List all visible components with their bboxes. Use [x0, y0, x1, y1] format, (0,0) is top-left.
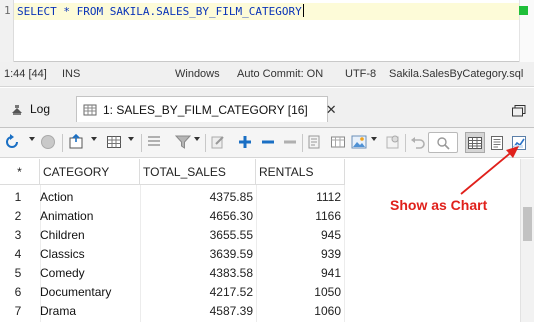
- grid-dropdown-icon[interactable]: [128, 137, 134, 141]
- result-grid[interactable]: * CATEGORY TOTAL_SALES RENTALS 1 Action …: [0, 159, 520, 322]
- column-header-total-sales[interactable]: TOTAL_SALES: [140, 159, 256, 185]
- image-dropdown-icon[interactable]: [371, 137, 377, 141]
- text-caret: [302, 4, 304, 17]
- toolbar-separator: [302, 134, 303, 152]
- add-row-icon[interactable]: [237, 134, 253, 150]
- tab-sales-by-film-category[interactable]: 1: SALES_BY_FILM_CATEGORY [16] ✕: [76, 96, 337, 122]
- row-number: 2: [14, 208, 22, 223]
- cell-rentals[interactable]: 945: [256, 225, 343, 244]
- remove-row-icon[interactable]: [282, 134, 298, 150]
- cell-total-sales[interactable]: 3655.55: [140, 225, 254, 244]
- export-dropdown-icon[interactable]: [91, 137, 97, 141]
- grid-menu-icon[interactable]: [106, 134, 122, 150]
- row-number: 6: [14, 284, 22, 299]
- table-row[interactable]: 3 Children 3655.55 945: [0, 225, 345, 244]
- cell-total-sales[interactable]: 4383.58: [140, 263, 254, 282]
- row-number: 5: [14, 265, 22, 280]
- cell-category[interactable]: Classics: [40, 244, 138, 263]
- current-line[interactable]: SELECT * FROM SAKILA.SALES_BY_FILM_CATEG…: [14, 3, 519, 20]
- tab-log[interactable]: Log: [10, 96, 72, 122]
- status-bar: 1:44 [44] INS Windows Auto Commit: ON UT…: [0, 62, 534, 87]
- cell-total-sales[interactable]: 3639.59: [140, 244, 254, 263]
- grid-view-icon[interactable]: [465, 132, 485, 153]
- scrollbar-thumb[interactable]: [523, 207, 532, 241]
- row-number: 1: [14, 189, 22, 204]
- cell-total-sales[interactable]: 4587.39: [140, 301, 254, 320]
- table-row[interactable]: 6 Documentary 4217.52 1050: [0, 282, 345, 301]
- cell-category[interactable]: Children: [40, 225, 138, 244]
- column-header-category[interactable]: CATEGORY: [40, 159, 140, 185]
- settings-icon[interactable]: [385, 134, 401, 150]
- cell-rentals[interactable]: 941: [256, 263, 343, 282]
- toolbar-separator: [62, 134, 63, 152]
- tab-result-label: 1: SALES_BY_FILM_CATEGORY [16]: [103, 102, 308, 117]
- row-header-corner[interactable]: *: [0, 159, 40, 185]
- table-row[interactable]: 4 Classics 3639.59 939: [0, 244, 345, 263]
- cell-category[interactable]: Drama: [40, 301, 138, 320]
- delete-row-icon[interactable]: [260, 134, 276, 150]
- cell-rentals[interactable]: 1050: [256, 282, 343, 301]
- refresh-dropdown-icon[interactable]: [29, 137, 35, 141]
- table-row[interactable]: 1 Action 4375.85 1112: [0, 187, 345, 206]
- result-tabs: Log 1: SALES_BY_FILM_CATEGORY [16] ✕: [0, 88, 534, 128]
- toolbar-separator: [205, 134, 206, 152]
- undo-icon[interactable]: [410, 134, 426, 150]
- row-number: 7: [14, 303, 22, 318]
- results-toolbar: [0, 128, 534, 158]
- cell-rentals[interactable]: 939: [256, 244, 343, 263]
- tab-log-label: Log: [30, 102, 51, 116]
- editor-gutter: 1: [0, 0, 14, 62]
- line-number: 1: [4, 4, 11, 17]
- table-row[interactable]: 5 Comedy 4383.58 941: [0, 263, 345, 282]
- column-header-rentals[interactable]: RENTALS: [256, 159, 345, 185]
- refresh-icon[interactable]: [4, 134, 20, 150]
- text-view-icon[interactable]: [487, 132, 507, 153]
- cell-rentals[interactable]: 1112: [256, 187, 343, 206]
- cell-category[interactable]: Animation: [40, 206, 138, 225]
- chart-view-icon[interactable]: [509, 132, 529, 153]
- sql-text[interactable]: SELECT * FROM SAKILA.SALES_BY_FILM_CATEG…: [17, 4, 304, 18]
- image-icon[interactable]: [351, 134, 367, 150]
- toolbar-separator: [405, 134, 406, 152]
- stop-icon[interactable]: [40, 134, 56, 150]
- grid-scrollbar[interactable]: [520, 159, 534, 322]
- columns-icon[interactable]: [330, 134, 346, 150]
- insert-mode[interactable]: INS: [62, 68, 80, 80]
- toolbar-separator: [141, 134, 142, 152]
- row-number: 3: [14, 227, 22, 242]
- export-icon[interactable]: [68, 134, 84, 150]
- close-icon[interactable]: ✕: [326, 102, 337, 118]
- cell-total-sales[interactable]: 4375.85: [140, 187, 254, 206]
- search-icon: [437, 137, 450, 150]
- auto-commit-status[interactable]: Auto Commit: ON: [237, 68, 323, 80]
- edit-icon[interactable]: [307, 134, 323, 150]
- status-indicator: [519, 6, 528, 15]
- log-icon: [10, 102, 24, 116]
- search-input[interactable]: [428, 132, 458, 153]
- cell-category[interactable]: Documentary: [40, 282, 138, 301]
- table-icon: [83, 103, 97, 117]
- show-as-chart-annotation: Show as Chart: [390, 197, 488, 213]
- edit-record-icon[interactable]: [210, 134, 226, 150]
- filter-icon[interactable]: [175, 134, 191, 150]
- cell-category[interactable]: Comedy: [40, 263, 138, 282]
- sql-editor[interactable]: 1 SELECT * FROM SAKILA.SALES_BY_FILM_CAT…: [0, 0, 534, 62]
- table-row[interactable]: 7 Drama 4587.39 1060: [0, 301, 345, 320]
- row-number: 4: [14, 246, 22, 261]
- encoding[interactable]: UTF-8: [345, 68, 376, 80]
- cell-category[interactable]: Action: [40, 187, 138, 206]
- cell-rentals[interactable]: 1060: [256, 301, 343, 320]
- table-row[interactable]: 2 Animation 4656.30 1166: [0, 206, 345, 225]
- cell-total-sales[interactable]: 4656.30: [140, 206, 254, 225]
- cell-total-sales[interactable]: 4217.52: [140, 282, 254, 301]
- file-name: Sakila.SalesByCategory.sql: [389, 68, 524, 80]
- cursor-position: 1:44 [44]: [4, 68, 47, 80]
- maximize-icon[interactable]: [512, 105, 526, 117]
- line-endings[interactable]: Windows: [175, 68, 220, 80]
- filter-list-icon[interactable]: [146, 134, 162, 150]
- cell-rentals[interactable]: 1166: [256, 206, 343, 225]
- filter-dropdown-icon[interactable]: [194, 137, 200, 141]
